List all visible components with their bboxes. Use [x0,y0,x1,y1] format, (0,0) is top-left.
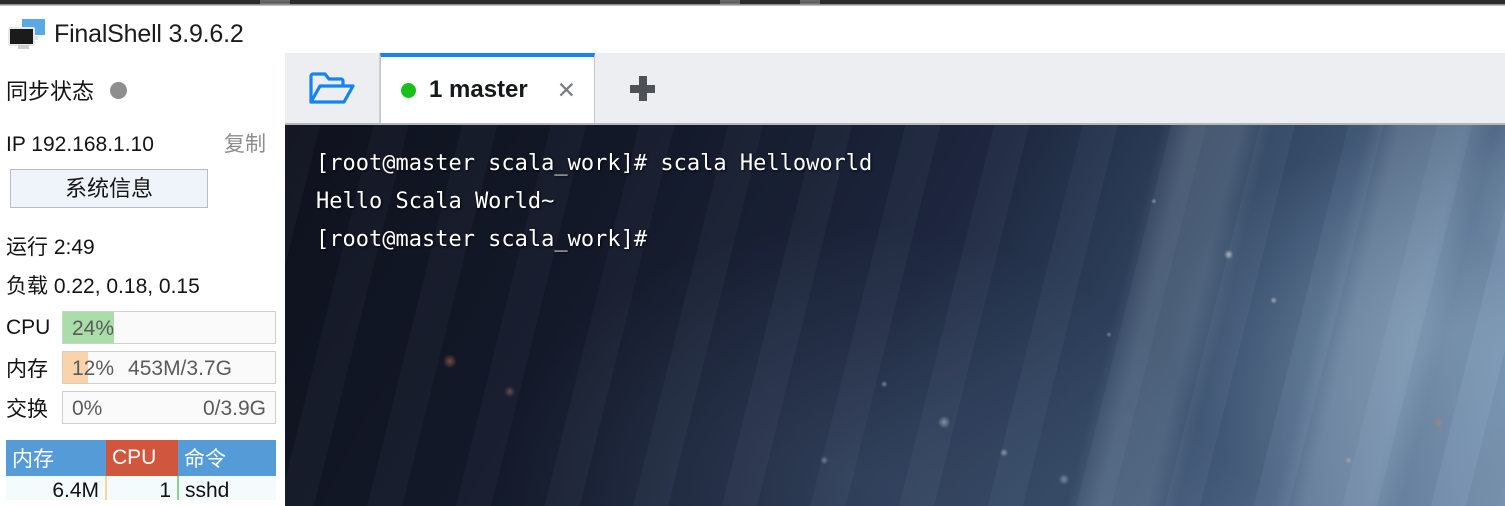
process-table-header-row: 内存 CPU 命令 [6,440,276,476]
process-table: 内存 CPU 命令 6.4M 1 sshd [6,440,276,500]
table-row[interactable]: 6.4M 1 sshd [6,476,276,500]
status-dot-icon [110,81,128,99]
close-icon[interactable]: ✕ [557,78,576,102]
swap-meter-label: 交换 [6,397,48,421]
sync-status-label: 同步状态 [6,79,95,104]
process-col-cpu[interactable]: CPU [106,440,178,476]
swap-meter-percent: 0% [72,396,103,420]
cpu-meter-row: CPU 24% [6,311,276,344]
sync-status-row: 同步状态 [6,74,128,106]
terminal-panel: 1 master ✕ [root@master scala_work]# sca… [278,6,1505,506]
swap-meter: 0% 0/3.9G [62,391,276,424]
process-cpu-value: 1 [106,476,178,500]
connected-dot-icon [401,82,416,98]
system-info-button[interactable]: 系统信息 [10,169,208,208]
terminal-line-2: Hello Scala World~ [316,189,555,214]
process-col-command[interactable]: 命令 [178,440,276,476]
finalshell-window: FinalShell 3.9.6.2 同步状态 IP 192.168.1.10 … [0,0,1505,506]
process-col-memory[interactable]: 内存 [6,440,106,476]
cpu-meter-percent: 24% [72,316,115,340]
memory-meter-label: 内存 [6,357,48,381]
terminal-line-1: [root@master scala_work]# scala Hellowor… [316,151,873,176]
ip-row: IP 192.168.1.10 复制 [6,128,272,158]
swap-meter-detail: 0/3.9G [202,396,266,420]
swap-meter-row: 交换 0% 0/3.9G [6,391,276,424]
cpu-meter: 24% [62,311,276,344]
plus-icon [630,75,655,101]
process-memory-value: 6.4M [6,476,107,500]
new-tab-button[interactable] [610,53,675,123]
uptime-text: 运行 2:49 [6,236,95,259]
copy-ip-button[interactable]: 复制 [224,128,272,158]
terminal-line-3: [root@master scala_work]# [316,227,648,252]
memory-meter-row: 内存 12% 453M/3.7G [6,351,276,384]
load-average-text: 负载 0.22, 0.18, 0.15 [6,275,200,298]
memory-meter-percent: 12% [72,356,115,380]
terminal-output-area[interactable]: [root@master scala_work]# scala Hellowor… [285,125,1505,506]
left-sidebar: FinalShell 3.9.6.2 同步状态 IP 192.168.1.10 … [0,6,278,500]
memory-meter: 12% 453M/3.7G [62,351,276,384]
dual-monitor-icon [6,16,48,52]
tab-strip: 1 master ✕ [285,53,1505,125]
ip-address-text: IP 192.168.1.10 [6,133,154,156]
open-folder-button[interactable] [285,53,380,123]
cpu-meter-label: CPU [6,315,51,339]
app-title: FinalShell 3.9.6.2 [54,19,244,48]
tab-1-master[interactable]: 1 master ✕ [380,53,595,123]
open-folder-icon [309,72,355,104]
memory-meter-detail: 453M/3.7G [128,356,232,380]
app-header: FinalShell 3.9.6.2 [0,10,278,58]
tab-label: 1 master [429,76,528,103]
process-command-value: sshd [177,476,276,500]
